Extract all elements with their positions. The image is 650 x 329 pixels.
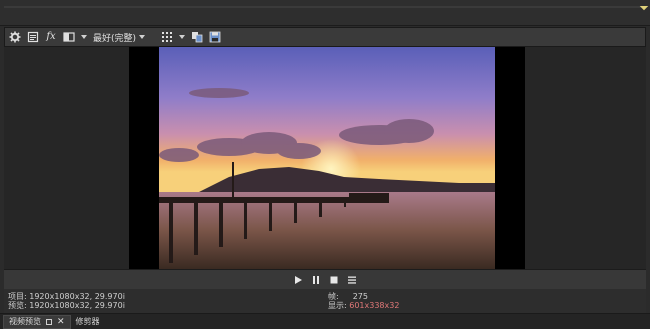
corner-marker-icon bbox=[639, 1, 649, 11]
quality-select-value: 最好(完整) bbox=[93, 33, 137, 44]
frame-info: 帧: 275 显示: 601x338x32 bbox=[328, 292, 399, 310]
fx-icon[interactable]: fx bbox=[45, 31, 57, 43]
project-row: 项目: 1920x1080x32, 29.970i bbox=[8, 292, 125, 301]
preview-frame-image bbox=[159, 47, 495, 269]
tab-label: 视频预览 bbox=[9, 317, 41, 326]
frame-value: 275 bbox=[352, 292, 368, 301]
preview-info-bar: 项目: 1920x1080x32, 29.970i 预览: 1920x1080x… bbox=[4, 289, 646, 313]
window-top-bar bbox=[0, 0, 650, 26]
grid-dropdown-caret-icon[interactable] bbox=[179, 35, 186, 39]
preview-label: 预览: bbox=[8, 301, 27, 310]
stop-icon[interactable] bbox=[329, 275, 339, 285]
quality-select[interactable]: 最好(完整) bbox=[93, 31, 146, 44]
display-value: 601x338x32 bbox=[349, 301, 400, 310]
split-dropdown-caret-icon[interactable] bbox=[81, 35, 87, 39]
project-value: 1920x1080x32, 29.970i bbox=[29, 292, 125, 301]
tab-trimmer[interactable]: 修剪器 bbox=[71, 315, 105, 329]
save-snapshot-icon[interactable] bbox=[209, 31, 221, 43]
tab-video-preview[interactable]: 视频预览 ✕ bbox=[3, 314, 71, 329]
display-row: 显示: 601x338x32 bbox=[328, 301, 399, 310]
display-label: 显示: bbox=[328, 301, 347, 310]
chevron-down-icon bbox=[139, 35, 146, 39]
top-rim bbox=[4, 6, 646, 8]
gear-icon[interactable] bbox=[9, 31, 21, 43]
copy-snapshot-icon[interactable] bbox=[191, 31, 203, 43]
pause-icon[interactable] bbox=[311, 275, 321, 285]
preview-toolbar: fx 最好(完整) bbox=[4, 27, 646, 47]
preview-value: 1920x1080x32, 29.970i bbox=[29, 301, 125, 310]
preview-row: 预览: 1920x1080x32, 29.970i bbox=[8, 301, 125, 310]
project-label: 项目: bbox=[8, 292, 27, 301]
close-icon[interactable]: ✕ bbox=[57, 317, 65, 327]
panel-tab-bar: 视频预览 ✕ 修剪器 bbox=[0, 313, 650, 329]
play-icon[interactable] bbox=[293, 275, 303, 285]
tab-label: 修剪器 bbox=[75, 317, 100, 326]
preview-settings-icon[interactable] bbox=[27, 31, 39, 43]
menu-icon[interactable] bbox=[347, 275, 357, 285]
pin-icon[interactable] bbox=[46, 318, 52, 325]
transport-controls bbox=[4, 269, 646, 289]
frame-label: 帧: bbox=[328, 292, 339, 301]
project-info: 项目: 1920x1080x32, 29.970i 预览: 1920x1080x… bbox=[8, 292, 125, 310]
frame-row: 帧: 275 bbox=[328, 292, 399, 301]
grid-icon[interactable] bbox=[161, 31, 173, 43]
split-screen-icon[interactable] bbox=[63, 31, 75, 43]
